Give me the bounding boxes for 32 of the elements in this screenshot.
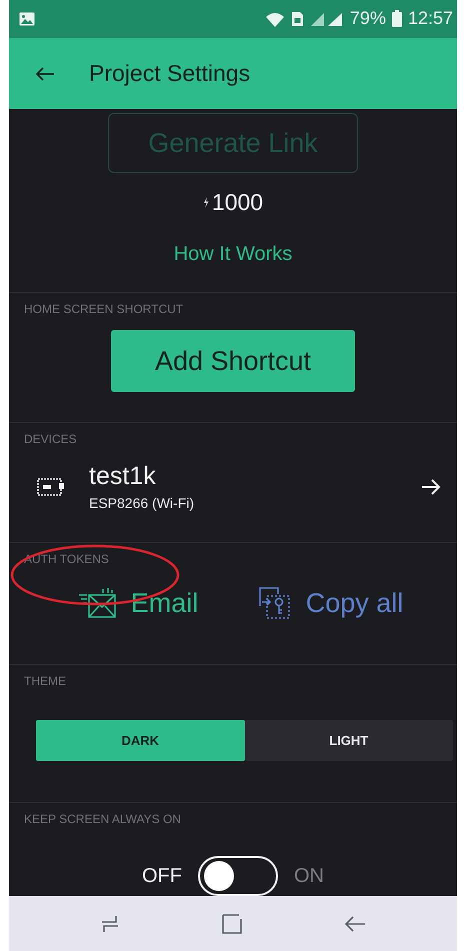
theme-option[interactable]: DARK [36,720,244,762]
back-button[interactable] [35,66,55,82]
how-it-works-link[interactable]: How It Works [174,243,292,266]
envelope-icon [78,587,117,620]
theme-option[interactable]: LIGHT [244,720,453,762]
copy-key-icon [258,586,292,620]
clock: 12:57 [408,8,453,30]
wifi-icon [264,10,285,27]
back-button[interactable] [344,914,366,933]
home-button[interactable] [220,912,243,935]
copy-all-button[interactable]: Copy all [258,586,404,620]
section-label: DEVICES [23,432,78,446]
section-label: KEEP SCREEN ALWAYS ON [23,812,182,826]
recent-apps-button[interactable] [100,914,120,934]
section-label: THEME [23,674,67,688]
device-board-icon [37,476,65,497]
add-shortcut-button[interactable]: Add Shortcut [111,330,355,392]
section-label: HOME SCREEN SHORTCUT [23,302,184,316]
battery-icon [392,10,402,28]
arrow-right-icon[interactable] [421,478,441,496]
email-button[interactable]: Email [78,586,198,620]
signal-icon [310,10,344,27]
screen-title: Project Settings [89,60,250,88]
device-name[interactable]: test1k [89,462,397,492]
on-label: ON [294,864,324,888]
off-label: OFF [142,864,182,888]
battery-level: 79% [350,8,386,30]
sim-card-icon [290,10,304,27]
energy-balance: 1000 [212,188,264,216]
gallery-icon [19,12,35,26]
device-model: ESP8266 (Wi-Fi) [89,495,196,512]
lightning-icon [202,196,209,208]
